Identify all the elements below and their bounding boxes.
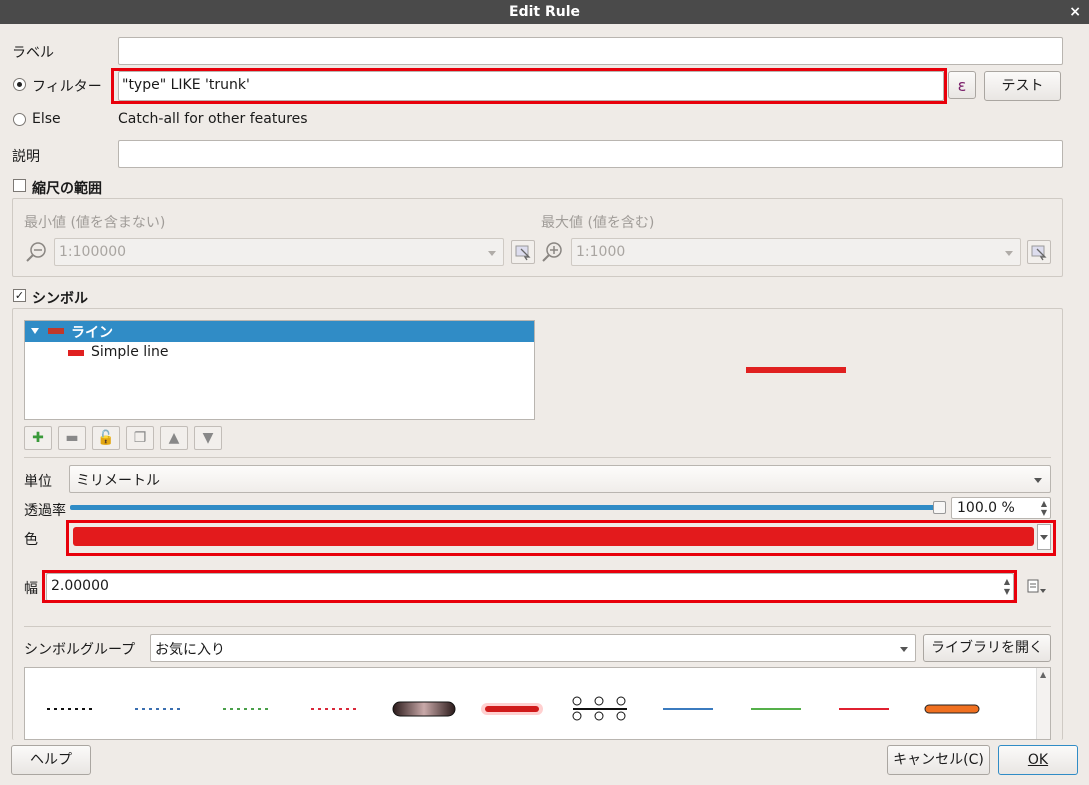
spin-arrows-icon[interactable]: ▲ ▼: [1041, 499, 1047, 517]
symbol-layer-tree[interactable]: ライン Simple line: [24, 320, 535, 420]
node-circle: [594, 711, 604, 721]
symbol-group-value: お気に入り: [155, 642, 225, 658]
symbol-group-combo[interactable]: お気に入り: [150, 634, 916, 662]
expand-arrow-icon[interactable]: [31, 328, 39, 334]
simple-line-swatch-icon: [68, 350, 84, 356]
lock-layer-button[interactable]: 🔓: [92, 426, 120, 450]
zoom-in-icon: [542, 242, 562, 262]
red-glow-line-symbol: [485, 706, 539, 712]
open-library-button[interactable]: ライブラリを開く: [923, 634, 1051, 662]
dialog-title-bar: Edit Rule ×: [0, 0, 1089, 24]
divider: [24, 626, 1051, 627]
label-input[interactable]: [118, 37, 1063, 65]
color-highlight-box: [66, 520, 1056, 556]
else-description: Catch-all for other features: [118, 111, 308, 127]
opacity-value: 100.0 %: [957, 500, 1015, 516]
ok-button-label: OK: [1027, 752, 1049, 768]
add-layer-button[interactable]: ✚: [24, 426, 52, 450]
arrow-up-icon: ▲: [168, 430, 180, 446]
test-button[interactable]: テスト: [984, 71, 1061, 101]
opacity-slider-handle[interactable]: [933, 501, 946, 514]
dark-capsule-line-symbol: [392, 701, 456, 717]
scale-range-checkbox[interactable]: [13, 179, 26, 192]
plus-icon: ✚: [32, 430, 44, 446]
orange-outlined-line-symbol: [924, 704, 980, 714]
epsilon-icon: ε: [957, 76, 967, 95]
lock-icon: 🔓: [97, 430, 115, 446]
move-down-button[interactable]: ▼: [194, 426, 222, 450]
color-label: 色: [24, 532, 38, 548]
description-input[interactable]: [118, 140, 1063, 168]
max-scale-label: 最大値 (値を含む): [541, 215, 655, 231]
min-scale-combo[interactable]: 1:100000: [54, 238, 504, 266]
test-button-label: テスト: [1001, 78, 1044, 94]
close-icon[interactable]: ×: [1069, 0, 1081, 24]
filter-highlight-box: [111, 68, 947, 104]
width-label: 幅: [24, 581, 38, 597]
max-scale-from-canvas-button[interactable]: [1027, 240, 1051, 264]
tree-item-line[interactable]: ライン: [25, 321, 534, 342]
chevron-down-icon: [1005, 251, 1013, 256]
symbol-swatches: [47, 696, 980, 721]
filter-radio[interactable]: [13, 78, 26, 91]
tree-item-simple-line[interactable]: Simple line: [25, 343, 534, 364]
duplicate-layer-button[interactable]: ❐: [126, 426, 154, 450]
min-scale-from-canvas-button[interactable]: [511, 240, 535, 264]
chevron-down-icon: [1034, 478, 1042, 483]
remove-layer-button[interactable]: ▬: [58, 426, 86, 450]
node-circle: [572, 711, 582, 721]
scale-range-label: 縮尺の範囲: [32, 181, 102, 197]
node-circle: [572, 696, 582, 706]
node-circle: [616, 711, 626, 721]
opacity-label: 透過率: [24, 503, 66, 519]
opacity-slider-track[interactable]: [70, 505, 940, 510]
min-scale-value: 1:100000: [59, 244, 127, 260]
width-highlight-box: [42, 570, 1017, 603]
canvas-pointer-icon: [515, 245, 531, 261]
canvas-pointer-icon: [1031, 245, 1047, 261]
symbol-checkbox[interactable]: ✓: [13, 289, 26, 302]
unit-label: 単位: [24, 474, 52, 490]
line-symbol-swatch-icon: [48, 328, 64, 334]
description-label: 説明: [12, 149, 40, 165]
ok-button[interactable]: OK: [998, 745, 1078, 775]
node-circle: [616, 696, 626, 706]
data-defined-override-icon[interactable]: [1025, 577, 1049, 597]
symbol-section-label: シンボル: [32, 291, 88, 307]
unit-value: ミリメートル: [76, 473, 160, 489]
unit-combo[interactable]: ミリメートル: [69, 465, 1051, 493]
symbol-preview: [746, 367, 846, 373]
filter-radio-label: フィルター: [32, 79, 102, 95]
else-radio[interactable]: [13, 113, 26, 126]
symbol-group-label: シンボルグループ: [24, 642, 136, 658]
chevron-down-icon: [900, 647, 908, 652]
minus-icon: ▬: [65, 430, 79, 446]
max-scale-combo[interactable]: 1:1000: [571, 238, 1021, 266]
label-field-label: ラベル: [12, 45, 54, 61]
tree-item-simple-line-label: Simple line: [91, 344, 169, 360]
arrow-down-icon: ▼: [202, 430, 214, 446]
move-up-button[interactable]: ▲: [160, 426, 188, 450]
duplicate-icon: ❐: [133, 430, 147, 446]
open-library-label: ライブラリを開く: [931, 640, 1043, 656]
cancel-button[interactable]: キャンセル(C): [887, 745, 990, 775]
cancel-button-label: キャンセル(C): [893, 752, 984, 768]
node-circle: [594, 696, 604, 706]
expression-builder-button[interactable]: ε: [948, 71, 976, 99]
tree-item-line-label: ライン: [71, 325, 113, 341]
symbol-list[interactable]: ▲: [24, 667, 1051, 740]
symbol-list-scrollbar[interactable]: ▲: [1036, 668, 1050, 739]
min-scale-label: 最小値 (値を含まない): [24, 215, 166, 231]
divider: [24, 457, 1051, 458]
opacity-spinbox[interactable]: 100.0 % ▲ ▼: [951, 497, 1051, 519]
help-button-label: ヘルプ: [30, 752, 72, 768]
dialog-title: Edit Rule: [509, 4, 580, 20]
help-button[interactable]: ヘルプ: [11, 745, 91, 775]
max-scale-value: 1:1000: [576, 244, 626, 260]
scroll-up-icon[interactable]: ▲: [1040, 670, 1046, 679]
chevron-down-icon: [488, 251, 496, 256]
zoom-out-icon: [26, 242, 46, 262]
else-radio-label: Else: [32, 111, 61, 127]
